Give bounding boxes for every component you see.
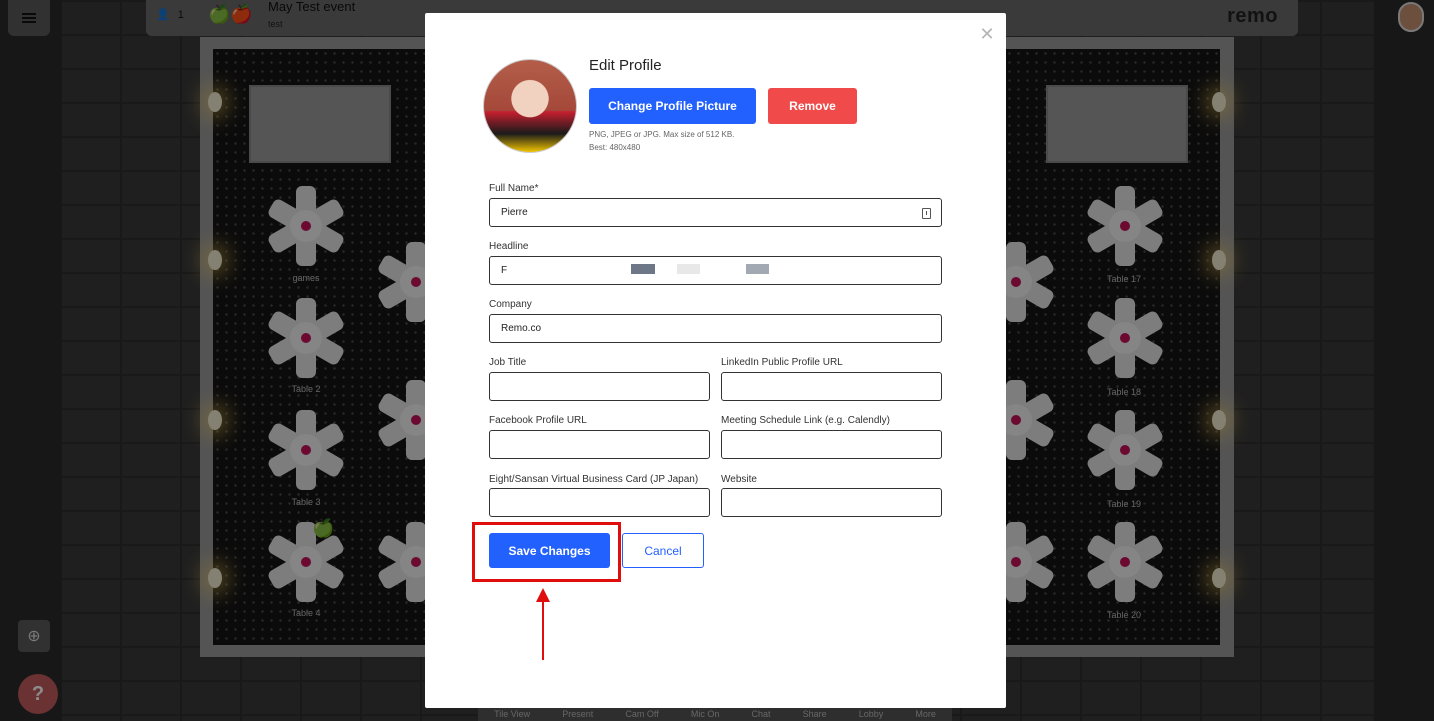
redacted-block (677, 264, 700, 274)
cancel-button[interactable]: Cancel (622, 533, 704, 568)
job-title-field[interactable] (489, 372, 710, 401)
annotation-highlight-box (472, 522, 621, 582)
facebook-field[interactable] (489, 430, 710, 459)
edit-profile-modal: ✕ Edit Profile Change Profile Picture Re… (425, 13, 1006, 708)
company-field[interactable]: Remo.co (489, 314, 942, 343)
headline-label: Headline (489, 241, 529, 252)
upload-hint: PNG, JPEG or JPG. Max size of 512 KB. (589, 130, 735, 139)
linkedin-field[interactable] (721, 372, 942, 401)
close-icon[interactable]: ✕ (978, 25, 996, 43)
headline-field[interactable]: F (489, 256, 942, 285)
job-title-label: Job Title (489, 357, 527, 368)
annotation-arrow-line (542, 600, 544, 660)
website-label: Website (721, 474, 757, 485)
company-value: Remo.co (501, 323, 542, 334)
full-name-label: Full Name* (489, 183, 539, 194)
modal-title: Edit Profile (589, 57, 662, 74)
remove-picture-button[interactable]: Remove (768, 88, 857, 124)
redacted-block (746, 264, 769, 274)
profile-picture (483, 59, 577, 153)
meeting-link-label: Meeting Schedule Link (e.g. Calendly) (721, 415, 890, 426)
full-name-value: Pierre (501, 207, 528, 218)
meeting-link-field[interactable] (721, 430, 942, 459)
eight-sansan-field[interactable] (489, 488, 710, 517)
full-name-field[interactable]: Pierre (489, 198, 942, 227)
eight-sansan-label: Eight/Sansan Virtual Business Card (JP J… (489, 474, 699, 485)
redacted-block (631, 264, 655, 274)
company-label: Company (489, 299, 532, 310)
upload-hint-size: Best: 480x480 (589, 143, 641, 152)
contact-card-icon (922, 208, 931, 219)
headline-value: F (501, 265, 508, 276)
change-profile-picture-button[interactable]: Change Profile Picture (589, 88, 756, 124)
website-field[interactable] (721, 488, 942, 517)
linkedin-label: LinkedIn Public Profile URL (721, 357, 843, 368)
facebook-label: Facebook Profile URL (489, 415, 587, 426)
